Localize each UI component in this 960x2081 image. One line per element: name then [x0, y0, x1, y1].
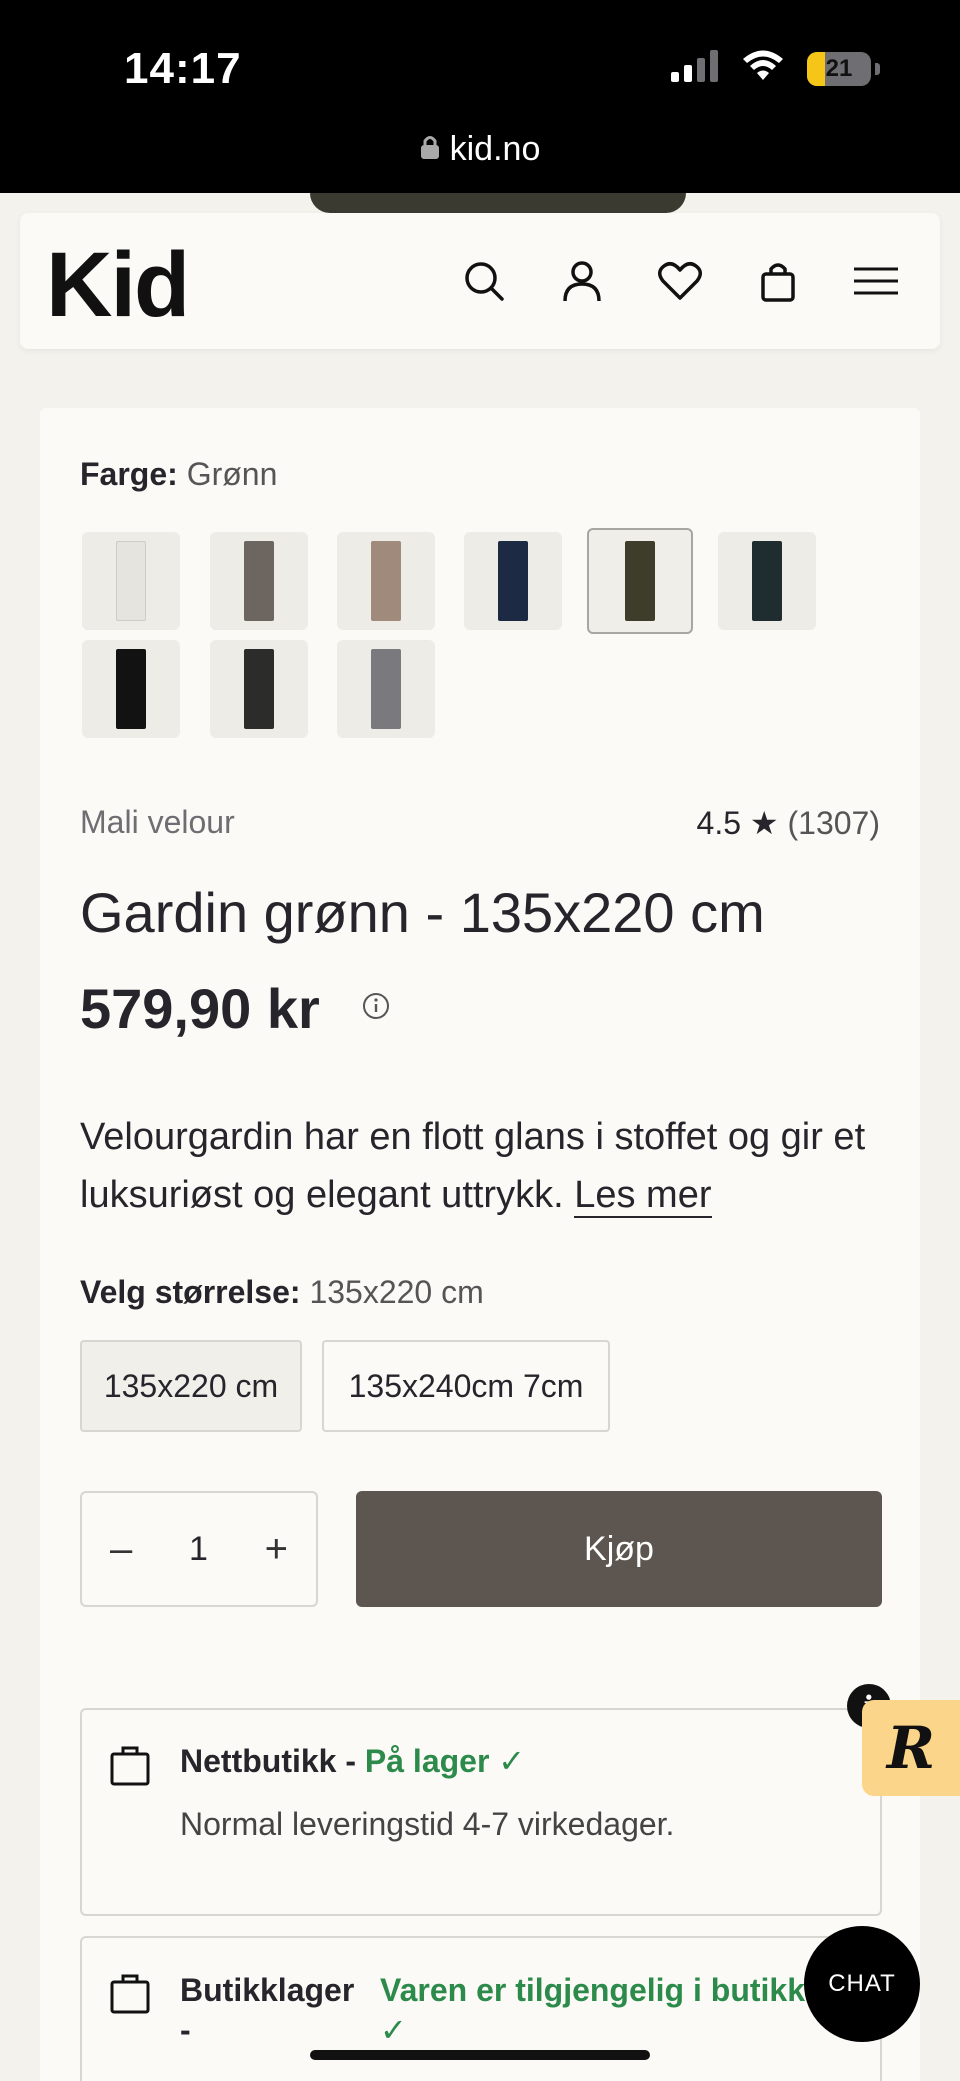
color-label-value: Grønn	[186, 456, 278, 492]
bag-icon	[110, 1972, 150, 2019]
product-rating[interactable]: 4.5 ★ (1307)	[697, 804, 880, 842]
swatch-grey[interactable]	[337, 640, 435, 738]
swatch-navy[interactable]	[464, 532, 562, 630]
signal-icon	[671, 50, 719, 87]
online-stock-box: Nettbutikk - På lager ✓ Normal leverings…	[80, 1708, 882, 1916]
size-label-value: 135x220 cm	[309, 1274, 484, 1310]
chat-button[interactable]: CHAT	[804, 1926, 920, 2042]
price-info-icon[interactable]	[362, 992, 390, 1025]
qty-value[interactable]: 1	[189, 1530, 208, 1569]
battery-level: 21	[825, 54, 853, 82]
size-option-135x240[interactable]: 135x240cm 7cm	[322, 1340, 610, 1432]
swatch-black[interactable]	[82, 640, 180, 738]
qty-increase-button[interactable]: +	[265, 1527, 288, 1572]
size-label: Velg størrelse: 135x220 cm	[80, 1274, 484, 1311]
brand-logo[interactable]: Kid	[46, 233, 190, 338]
read-more-link[interactable]: Les mer	[574, 1174, 712, 1218]
swatch-beige[interactable]	[337, 532, 435, 630]
product-price: 579,90 kr	[80, 977, 320, 1040]
store-stock-status: Varen er tilgjengelig i butikk ✓	[380, 1972, 805, 2048]
description-text: Velourgardin har en flott glans i stoffe…	[80, 1116, 866, 1216]
product-title: Gardin grønn - 135x220 cm	[80, 881, 765, 944]
status-icons: 21	[671, 50, 880, 87]
address-bar[interactable]: kid.no	[0, 130, 960, 169]
home-indicator	[310, 2050, 650, 2060]
online-stock-title: Nettbutikk -	[180, 1743, 365, 1779]
swatch-taupe[interactable]	[210, 532, 308, 630]
rating-value: 4.5 ★	[696, 805, 779, 841]
store-stock-title: Butikklager -	[180, 1972, 355, 2048]
site-header: Kid	[20, 213, 940, 349]
rating-count: (1307)	[787, 805, 881, 841]
url-text: kid.no	[449, 130, 541, 168]
color-label-key: Farge:	[80, 456, 178, 492]
status-bar: 14:17 21 kid.no	[0, 0, 960, 193]
product-description: Velourgardin har en flott glans i stoffe…	[80, 1108, 900, 1224]
product-card: Farge: Grønn Mali velour 4.5 ★ (1307) Ga…	[40, 408, 920, 2081]
heart-icon[interactable]	[656, 257, 704, 305]
menu-icon[interactable]	[852, 257, 900, 305]
quantity-stepper: – 1 +	[80, 1491, 318, 1607]
online-delivery-note: Normal leveringstid 4-7 virkedager.	[180, 1806, 675, 1842]
hero-image-peek	[310, 193, 686, 213]
size-label-key: Velg størrelse:	[80, 1274, 301, 1310]
swatch-darkgrey[interactable]	[210, 640, 308, 738]
bag-icon[interactable]	[754, 257, 802, 305]
online-stock-status: På lager ✓	[364, 1743, 526, 1779]
wifi-icon	[741, 50, 785, 87]
qty-decrease-button[interactable]: –	[110, 1527, 132, 1572]
user-icon[interactable]	[558, 257, 606, 305]
search-icon[interactable]	[460, 257, 508, 305]
product-series[interactable]: Mali velour	[80, 804, 235, 841]
battery-icon: 21	[807, 51, 871, 86]
status-time: 14:17	[124, 44, 242, 93]
swatch-white[interactable]	[82, 532, 180, 630]
header-actions	[460, 257, 900, 305]
bag-icon	[110, 1744, 150, 1791]
size-option-135x220[interactable]: 135x220 cm	[80, 1340, 302, 1432]
lock-icon	[420, 130, 440, 169]
swatch-green[interactable]	[587, 528, 693, 634]
buy-button[interactable]: Kjøp	[356, 1491, 882, 1607]
swatch-petrol[interactable]	[718, 532, 816, 630]
color-label: Farge: Grønn	[80, 456, 277, 493]
reviews-widget-badge[interactable]: R	[862, 1700, 960, 1796]
online-stock-heading: Nettbutikk - På lager ✓	[180, 1742, 525, 1780]
